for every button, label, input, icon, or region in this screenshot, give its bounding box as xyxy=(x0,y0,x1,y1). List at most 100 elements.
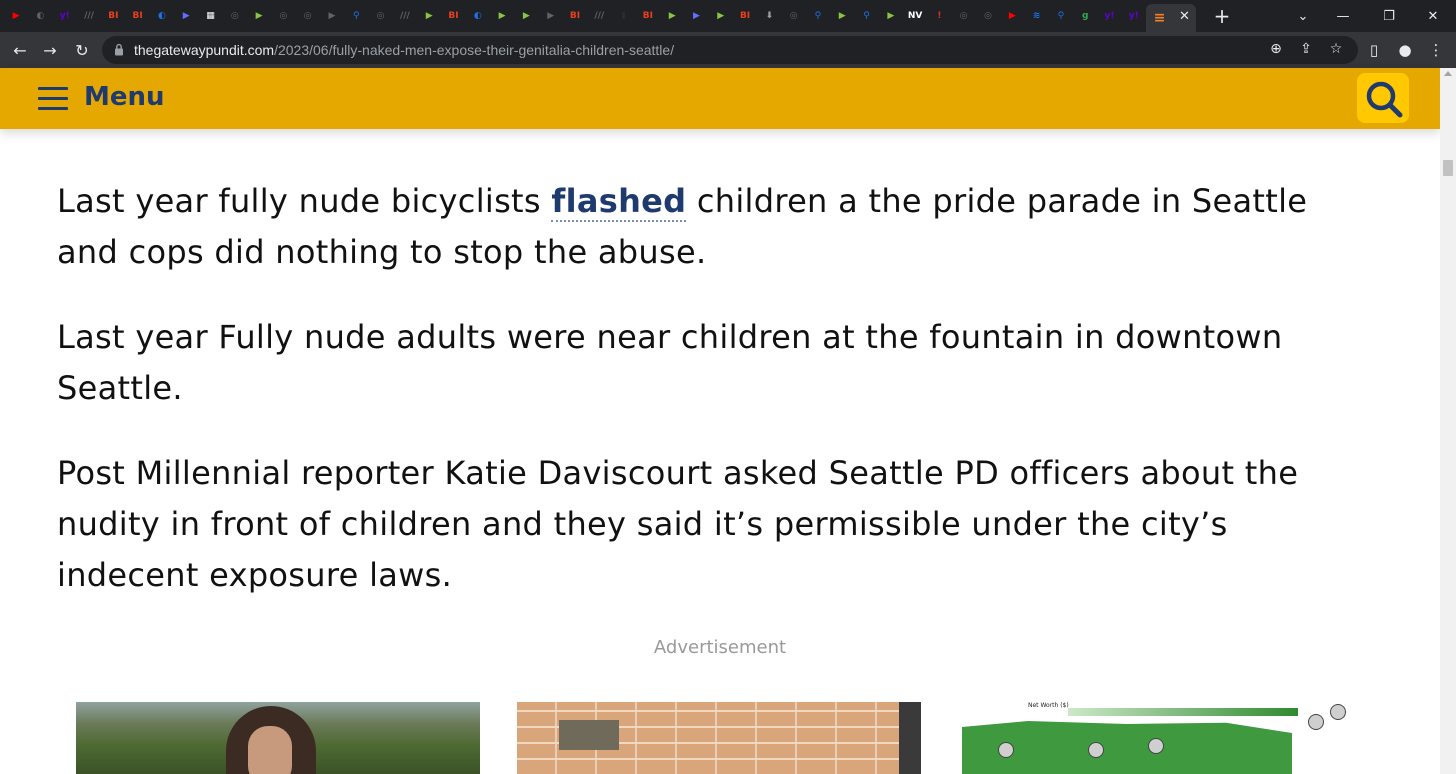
paragraph-text: Last year fully nude bicyclists xyxy=(57,182,552,220)
browser-tab[interactable]: ◐ xyxy=(150,4,174,28)
stripes-icon: /// xyxy=(594,10,605,21)
wall-plaque xyxy=(559,720,619,750)
browser-tab[interactable]: y! xyxy=(53,4,77,28)
url-text[interactable]: thegatewaypundit.com/2023/06/fully-naked… xyxy=(134,42,674,58)
browser-tab[interactable]: ▶ xyxy=(539,4,563,28)
browser-tab[interactable]: ▮ xyxy=(611,4,635,28)
back-button[interactable]: ← xyxy=(8,38,32,62)
download-icon: ⬇ xyxy=(765,10,774,21)
browser-tab[interactable]: ▦ xyxy=(198,4,222,28)
browser-tab[interactable]: /// xyxy=(77,4,101,28)
browser-tab[interactable]: g xyxy=(1073,4,1097,28)
browser-tab[interactable]: ▶ xyxy=(514,4,538,28)
browser-tab[interactable]: ▶ xyxy=(879,4,903,28)
minimize-button[interactable]: — xyxy=(1320,0,1366,32)
flashed-link[interactable]: flashed xyxy=(551,182,687,222)
g-icon: g xyxy=(1081,10,1089,21)
close-window-button[interactable]: ✕ xyxy=(1410,0,1456,32)
profile-avatar-icon[interactable]: ● xyxy=(1393,38,1417,62)
bi-icon: BI xyxy=(569,10,581,21)
browser-tab[interactable]: ◎ xyxy=(952,4,976,28)
scroll-thumb[interactable] xyxy=(1443,160,1453,176)
browser-toolbar: ← → ↻ thegatewaypundit.com/2023/06/fully… xyxy=(0,32,1456,68)
browser-tab[interactable]: y! xyxy=(1122,4,1146,28)
browser-tab[interactable]: ▶ xyxy=(830,4,854,28)
browser-tab[interactable]: ◎ xyxy=(782,4,806,28)
bi-icon: BI xyxy=(108,10,119,21)
browser-tab[interactable]: BI xyxy=(441,4,465,28)
close-tab-icon[interactable]: ✕ xyxy=(1179,9,1190,24)
scroll-up-arrow-icon[interactable] xyxy=(1444,71,1452,76)
browser-tab[interactable]: /// xyxy=(587,4,611,28)
browser-tab[interactable]: ◎ xyxy=(368,4,392,28)
side-panel-icon[interactable]: ▯ xyxy=(1362,38,1386,62)
browser-tab[interactable]: ⚲ xyxy=(854,4,878,28)
lock-icon[interactable] xyxy=(114,43,124,56)
browser-tab[interactable]: ⚲ xyxy=(806,4,830,28)
browser-tab[interactable]: ⬇ xyxy=(757,4,781,28)
browser-tab[interactable]: BI xyxy=(125,4,149,28)
ad-thumbnail-brick-wall[interactable] xyxy=(517,702,921,774)
address-bar[interactable]: thegatewaypundit.com/2023/06/fully-naked… xyxy=(102,36,1358,64)
youtube-icon: ▶ xyxy=(1008,10,1016,21)
browser-tab[interactable]: /// xyxy=(393,4,417,28)
rumble-icon: ▶ xyxy=(887,10,895,21)
browser-tab[interactable]: ▶ xyxy=(660,4,684,28)
browser-tab[interactable]: ≋ xyxy=(1024,4,1048,28)
globe-icon: ◎ xyxy=(303,10,312,21)
article-paragraph: Last year fully nude bicyclists flashed … xyxy=(57,176,1357,278)
browser-tab[interactable]: ◎ xyxy=(296,4,320,28)
active-browser-tab[interactable]: ≡ ✕ xyxy=(1145,4,1196,32)
zoom-icon[interactable]: ⊕ xyxy=(1266,41,1286,59)
restore-button[interactable]: ❐ xyxy=(1366,0,1412,32)
browser-tab[interactable]: ◎ xyxy=(271,4,295,28)
news-icon: NV xyxy=(907,10,923,21)
globe-icon: ◎ xyxy=(376,10,385,21)
map-legend-title: Net Worth ($) xyxy=(1028,702,1069,709)
search-icon: ⚲ xyxy=(353,10,360,21)
url-host: thegatewaypundit.com xyxy=(134,42,275,58)
hamburger-menu-icon[interactable] xyxy=(38,87,68,110)
yahoo-icon: y! xyxy=(1104,10,1115,21)
new-tab-button[interactable]: + xyxy=(1210,4,1234,28)
share-icon[interactable]: ⇪ xyxy=(1296,41,1316,59)
rumble-icon: ▶ xyxy=(498,10,506,21)
browser-tab[interactable]: ▶ xyxy=(417,4,441,28)
browser-tab[interactable]: BI xyxy=(636,4,660,28)
browser-tab[interactable]: ! xyxy=(927,4,951,28)
browser-tab[interactable]: ⚲ xyxy=(344,4,368,28)
yahoo-icon: y! xyxy=(1128,10,1139,21)
site-header: Menu xyxy=(0,68,1440,129)
bookmark-star-icon[interactable]: ☆ xyxy=(1326,41,1346,59)
article-paragraph: Post Millennial reporter Katie Daviscour… xyxy=(57,454,1299,594)
browser-tab[interactable]: ▶ xyxy=(247,4,271,28)
browser-tab[interactable]: ⚲ xyxy=(1049,4,1073,28)
shield-icon: ◐ xyxy=(36,10,45,21)
browser-tab[interactable]: ▶ xyxy=(1000,4,1024,28)
browser-menu-icon[interactable]: ⋮ xyxy=(1424,38,1448,62)
browser-tab[interactable]: ▶ xyxy=(4,4,28,28)
article-body: Last year fully nude bicyclists flashed … xyxy=(57,176,1357,635)
browser-tab[interactable]: ▶ xyxy=(174,4,198,28)
browser-tab[interactable]: ◎ xyxy=(223,4,247,28)
yahoo-icon: y! xyxy=(59,10,70,21)
reload-button[interactable]: ↻ xyxy=(70,38,94,62)
browser-tab[interactable]: y! xyxy=(1097,4,1121,28)
browser-tab[interactable]: ▶ xyxy=(320,4,344,28)
browser-tab[interactable]: ▶ xyxy=(490,4,514,28)
browser-tab[interactable]: BI xyxy=(101,4,125,28)
browser-tab[interactable]: BI xyxy=(563,4,587,28)
browser-tab[interactable]: ◐ xyxy=(466,4,490,28)
browser-tab[interactable]: BI xyxy=(733,4,757,28)
browser-tab[interactable]: ▶ xyxy=(709,4,733,28)
browser-tab[interactable]: ◐ xyxy=(28,4,52,28)
site-search-button[interactable] xyxy=(1357,73,1409,123)
forward-button[interactable]: → xyxy=(38,38,62,62)
browser-tab[interactable]: NV xyxy=(903,4,927,28)
ad-thumbnail-map[interactable]: Net Worth ($) xyxy=(958,702,1362,774)
browser-tab[interactable]: ◎ xyxy=(976,4,1000,28)
menu-button[interactable]: Menu xyxy=(84,82,165,112)
ad-thumbnail-woman[interactable] xyxy=(76,702,480,774)
browser-tab[interactable]: ▶ xyxy=(684,4,708,28)
page-scrollbar[interactable] xyxy=(1440,68,1456,774)
